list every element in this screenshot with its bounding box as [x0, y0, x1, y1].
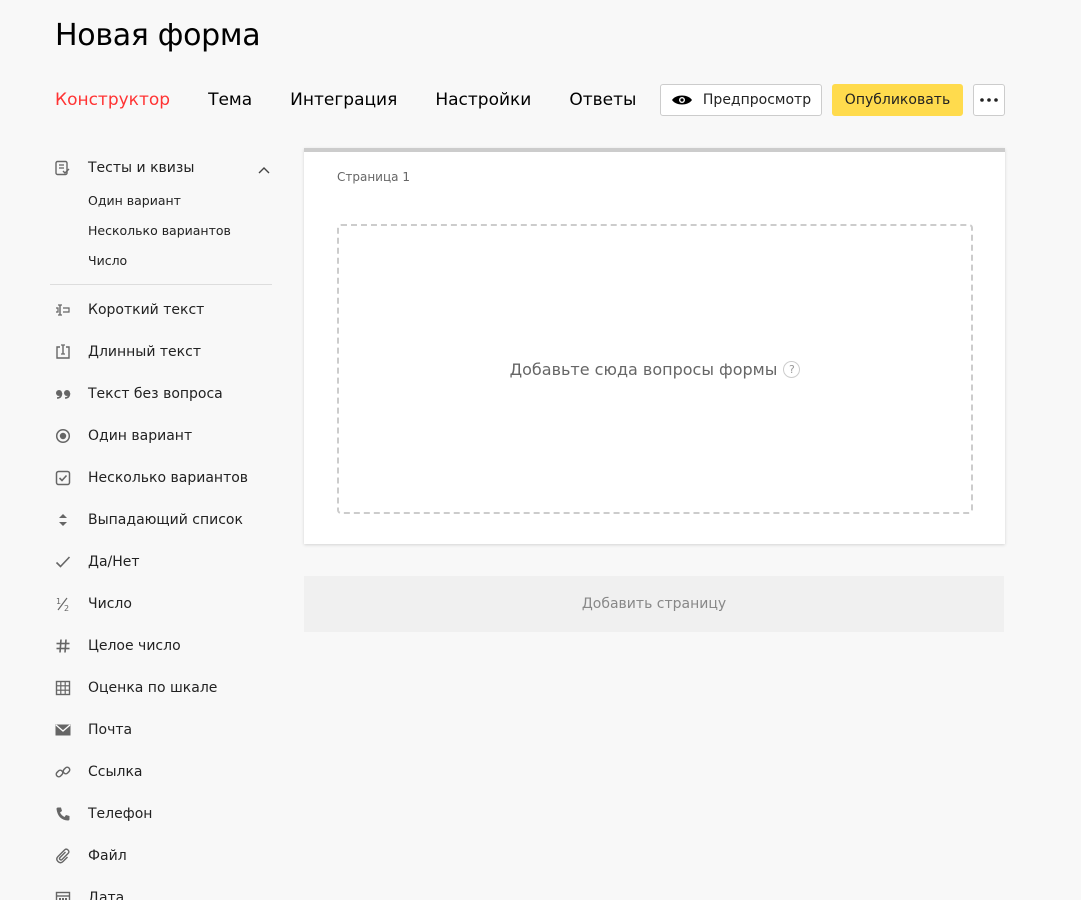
- field-multiple-choice[interactable]: Несколько вариантов: [50, 457, 272, 499]
- field-label: Оценка по шкале: [88, 680, 218, 696]
- eye-icon: [671, 95, 692, 105]
- page-title: Новая форма: [55, 18, 261, 53]
- field-short-text[interactable]: Короткий текст: [50, 289, 272, 331]
- field-label: Текст без вопроса: [88, 386, 223, 402]
- publish-button[interactable]: Опубликовать: [832, 84, 963, 116]
- quiz-item-single[interactable]: Один вариант: [50, 186, 272, 216]
- quote-icon: [55, 386, 71, 402]
- field-label: Почта: [88, 722, 133, 738]
- short-text-icon: [55, 302, 71, 318]
- dropzone-text: Добавьте сюда вопросы формы: [509, 359, 778, 379]
- page-card: Страница 1 Добавьте сюда вопросы формы ?: [304, 148, 1005, 544]
- field-integer[interactable]: Целое число: [50, 625, 272, 667]
- tab-answers[interactable]: Ответы: [569, 88, 636, 112]
- hash-icon: [55, 638, 71, 654]
- chevron-up-icon[interactable]: [258, 159, 270, 178]
- field-label: Длинный текст: [88, 344, 201, 360]
- paperclip-icon: [55, 848, 71, 864]
- field-label: Дата: [88, 890, 125, 900]
- field-label: Несколько вариантов: [88, 470, 249, 486]
- more-dots-icon: [980, 98, 998, 102]
- tab-settings[interactable]: Настройки: [435, 88, 531, 112]
- help-icon[interactable]: ?: [783, 360, 801, 378]
- field-text-no-question[interactable]: Текст без вопроса: [50, 373, 272, 415]
- field-label: Выпадающий список: [88, 512, 243, 528]
- field-label: Телефон: [88, 806, 153, 822]
- calendar-icon: [55, 890, 71, 900]
- field-label: Число: [88, 596, 132, 612]
- quiz-item-number[interactable]: Число: [50, 246, 272, 276]
- radio-icon: [55, 428, 71, 444]
- toolbar: Предпросмотр Опубликовать: [660, 84, 1005, 116]
- mail-icon: [55, 722, 71, 738]
- fraction-icon: 12: [55, 596, 71, 612]
- field-label: Файл: [88, 848, 127, 864]
- field-file[interactable]: Файл: [50, 835, 272, 877]
- field-yes-no[interactable]: Да/Нет: [50, 541, 272, 583]
- quiz-item-multiple[interactable]: Несколько вариантов: [50, 216, 272, 246]
- field-phone[interactable]: Телефон: [50, 793, 272, 835]
- field-date[interactable]: Дата: [50, 877, 272, 900]
- tab-theme[interactable]: Тема: [208, 88, 252, 112]
- tab-integration[interactable]: Интеграция: [290, 88, 397, 112]
- field-link[interactable]: Ссылка: [50, 751, 272, 793]
- add-page-button[interactable]: Добавить страницу: [304, 576, 1004, 632]
- field-label: Короткий текст: [88, 302, 205, 318]
- main-tabs: Конструктор Тема Интеграция Настройки От…: [55, 88, 674, 112]
- field-long-text[interactable]: Длинный текст: [50, 331, 272, 373]
- field-single-choice[interactable]: Один вариант: [50, 415, 272, 457]
- question-dropzone[interactable]: Добавьте сюда вопросы формы ?: [337, 224, 973, 514]
- grid-icon: [55, 680, 71, 696]
- dropdown-icon: [55, 512, 71, 528]
- preview-button[interactable]: Предпросмотр: [660, 84, 822, 116]
- field-dropdown[interactable]: Выпадающий список: [50, 499, 272, 541]
- tab-constructor[interactable]: Конструктор: [55, 88, 170, 112]
- field-label: Целое число: [88, 638, 181, 654]
- field-label: Один вариант: [88, 428, 193, 444]
- sidebar: Тесты и квизы Один вариант Несколько вар…: [50, 150, 272, 900]
- more-button[interactable]: [973, 84, 1005, 116]
- field-label: Да/Нет: [88, 554, 140, 570]
- phone-icon: [55, 806, 71, 822]
- checkbox-icon: [55, 470, 71, 486]
- field-number[interactable]: 12 Число: [50, 583, 272, 625]
- page-label[interactable]: Страница 1: [337, 170, 410, 184]
- svg-text:2: 2: [64, 604, 69, 612]
- long-text-icon: [55, 344, 71, 360]
- field-label: Ссылка: [88, 764, 143, 780]
- sidebar-divider: [50, 284, 272, 285]
- field-email[interactable]: Почта: [50, 709, 272, 751]
- field-scale-rating[interactable]: Оценка по шкале: [50, 667, 272, 709]
- link-icon: [55, 764, 71, 780]
- check-icon: [55, 554, 71, 570]
- svg-text:1: 1: [56, 597, 61, 606]
- group-quizzes[interactable]: Тесты и квизы: [50, 150, 272, 186]
- group-label: Тесты и квизы: [88, 160, 195, 176]
- quiz-icon: [54, 160, 70, 176]
- preview-label: Предпросмотр: [702, 92, 812, 108]
